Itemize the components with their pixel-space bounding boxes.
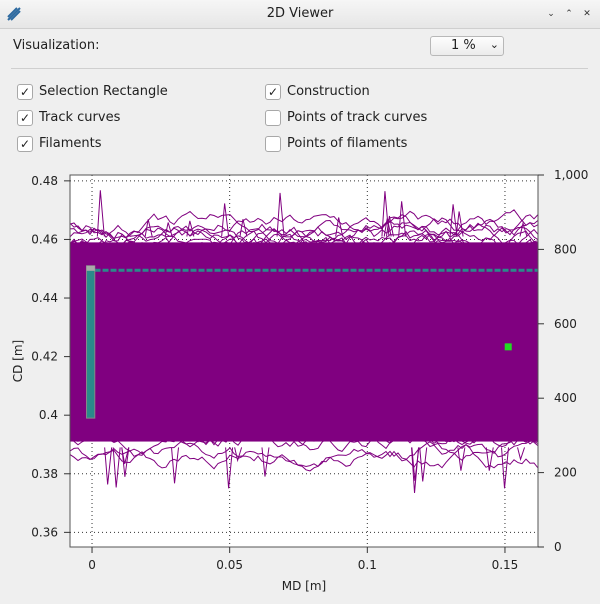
points-of-filaments-label: Points of filaments [287, 136, 408, 151]
y-tick-label: 0.36 [31, 525, 58, 539]
y2-tick-label: 800 [554, 242, 577, 256]
separator [11, 68, 588, 69]
x-tick-label: 0.05 [216, 558, 243, 572]
checkmark-icon: ✓ [19, 111, 31, 125]
maximize-icon[interactable]: ⌃ [562, 7, 576, 21]
y2-tick-label: 0 [554, 540, 562, 554]
point-marker [504, 343, 512, 351]
chevron-down-icon: ⌄ [489, 38, 499, 51]
selection-rectangle-checkbox[interactable]: ✓ [17, 84, 33, 100]
selection-rectangle-handle [86, 265, 95, 271]
y-axis-title: CD [m] [11, 340, 25, 383]
checkmark-icon: ✓ [267, 85, 279, 99]
filaments-label: Filaments [39, 136, 102, 151]
checkmark-icon: ✓ [19, 137, 31, 151]
track-curves-checkbox[interactable]: ✓ [17, 110, 33, 126]
x-tick-label: 0.1 [358, 558, 377, 572]
points-of-track-curves-label: Points of track curves [287, 110, 428, 125]
close-icon[interactable]: ✕ [580, 7, 594, 21]
y2-tick-label: 200 [554, 466, 577, 480]
y-tick-label: 0.44 [31, 291, 58, 305]
visualization-label: Visualization: [13, 38, 100, 53]
y2-tick-label: 400 [554, 391, 577, 405]
y2-tick-label: 600 [554, 317, 577, 331]
x-tick-label: 0.15 [492, 558, 519, 572]
filament-plot[interactable]: 0.36 0.38 0.4 0.42 0.44 0.46 0.48 0 200 400 600 800… [0, 166, 600, 600]
checkmark-icon: ✓ [19, 85, 31, 99]
points-of-track-curves-checkbox[interactable] [265, 110, 281, 126]
x-tick-label: 0 [88, 558, 96, 572]
title-bar: 2D Viewer ⌄ ⌃ ✕ [0, 0, 600, 29]
points-of-filaments-checkbox[interactable] [265, 136, 281, 152]
plot-panel[interactable]: 0.36 0.38 0.4 0.42 0.44 0.46 0.48 0 200 400 600 800… [0, 166, 600, 600]
y-tick-label: 0.42 [31, 350, 58, 364]
y-tick-label: 0.38 [31, 467, 58, 481]
x-axis-title: MD [m] [282, 579, 326, 593]
minimize-icon[interactable]: ⌄ [544, 7, 558, 21]
selection-rectangle [86, 265, 96, 419]
y-tick-label: 0.48 [31, 174, 58, 188]
y-tick-label: 0.46 [31, 232, 58, 246]
visualization-value: 1 % [451, 38, 476, 53]
construction-checkbox[interactable]: ✓ [265, 84, 281, 100]
y2-tick-label: 1,000 [554, 168, 588, 182]
selection-rectangle-label: Selection Rectangle [39, 84, 168, 99]
window-title: 2D Viewer [266, 6, 334, 21]
visualization-select[interactable]: 1 % ⌄ [430, 36, 504, 56]
track-curves-label: Track curves [39, 110, 121, 125]
filaments-checkbox[interactable]: ✓ [17, 136, 33, 152]
y-tick-label: 0.4 [39, 408, 58, 422]
construction-label: Construction [287, 84, 370, 99]
